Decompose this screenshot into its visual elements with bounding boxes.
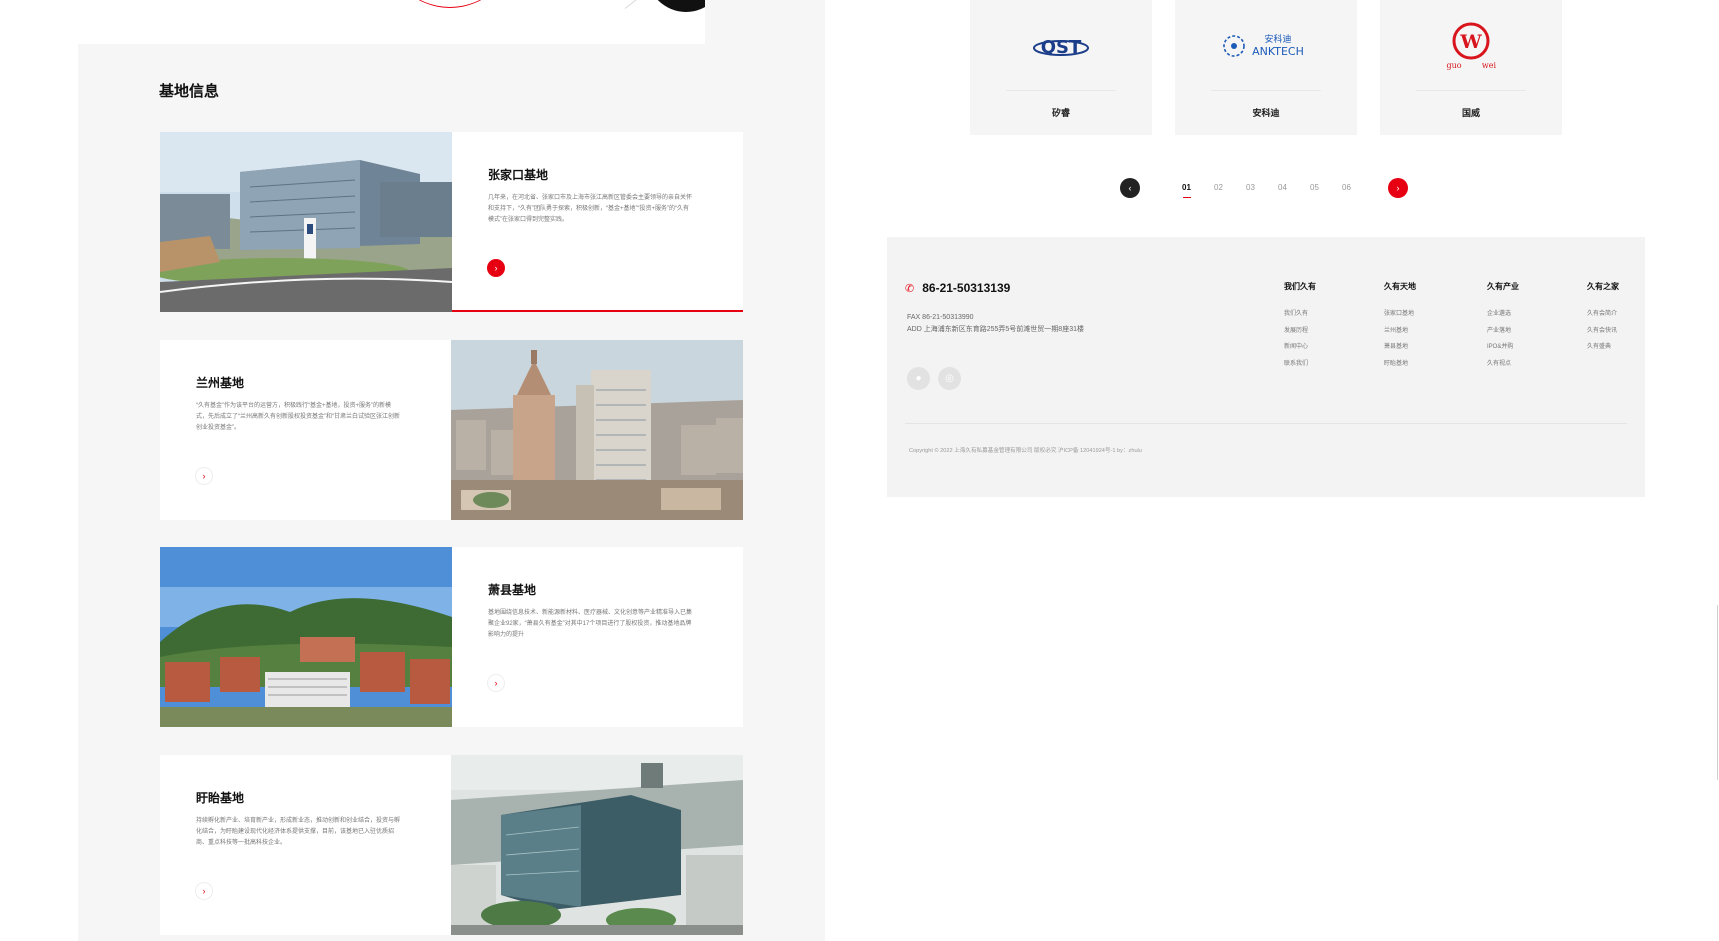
anktech-logo: 安科迪 ANKTECH: [1175, 18, 1357, 74]
partner-card-anktech[interactable]: 安科迪 ANKTECH 安科迪: [1175, 0, 1357, 135]
svg-text:W: W: [1459, 31, 1482, 53]
footer-link[interactable]: 久有会简介: [1587, 306, 1619, 323]
base-description: “久有基金”作为该平台的运营方，积极践行“基金+基地，投资+服务”的新模式，先后…: [196, 403, 400, 431]
footer-column-industry: 久有产业 企业遴选 产业落地 IPO&并购 久有视点: [1487, 281, 1519, 372]
page-number[interactable]: 05: [1310, 183, 1319, 192]
base-name: 兰州基地: [196, 376, 245, 390]
base-card-text: 萧县基地 基地围绕信息技术、新能源新材料、医疗器械、文化创意等产业精准导入已集聚…: [452, 547, 743, 727]
svg-text:QST: QST: [1041, 37, 1082, 58]
page-number[interactable]: 04: [1278, 183, 1287, 192]
base-description: 持续孵化新产业、培育新产业，形成新业态，推动创新和创业结合，投资与孵化结合，为盱…: [196, 818, 401, 846]
top-section-remnant: [0, 0, 705, 44]
chevron-right-icon[interactable]: ›: [1388, 178, 1408, 198]
weibo-icon[interactable]: ◎: [938, 367, 961, 390]
footer-link[interactable]: 盱眙基地: [1384, 356, 1416, 373]
scroll-edge: [1717, 605, 1718, 780]
partner-pagination: ‹ 01 02 03 04 05 06 ›: [1120, 178, 1410, 198]
footer-link[interactable]: 联系我们: [1284, 356, 1316, 373]
footer-column-home: 久有之家 久有会简介 久有会快讯 久有盛典: [1587, 281, 1619, 356]
svg-text:ANKTECH: ANKTECH: [1252, 45, 1304, 58]
phone-number: 86-21-50313139: [922, 281, 1011, 295]
base-name: 盱眙基地: [196, 791, 245, 805]
decorative-red-arc: [385, 0, 515, 8]
page-number[interactable]: 06: [1342, 183, 1351, 192]
active-underline: [452, 310, 743, 312]
base-card-text: 兰州基地 “久有基金”作为该平台的运营方，积极践行“基金+基地，投资+服务”的新…: [160, 340, 451, 520]
footer: ✆ 86-21-50313139 FAX 86-21-50313990 ADD …: [887, 237, 1645, 497]
base-info-panel-top: [705, 0, 825, 44]
base-name: 张家口基地: [488, 168, 549, 182]
footer-link[interactable]: 萧县基地: [1384, 339, 1416, 356]
footer-link[interactable]: 产业落地: [1487, 323, 1519, 340]
section-title: 基地信息: [159, 83, 220, 100]
arrow-right-icon[interactable]: ›: [195, 882, 213, 900]
base-card-xuyi[interactable]: 盱眙基地 持续孵化新产业、培育新产业，形成新业态，推动创新和创业结合，投资与孵化…: [160, 755, 743, 935]
svg-text:wei: wei: [1482, 61, 1497, 70]
footer-link[interactable]: IPO&并购: [1487, 339, 1519, 356]
footer-link[interactable]: 新闻中心: [1284, 339, 1316, 356]
partner-name: 矽睿: [1051, 108, 1070, 118]
base-card-text: 张家口基地 几年来，在河北省、张家口市及上海市张江高新区管委会主要领导的亲自关怀…: [452, 132, 743, 312]
page-number[interactable]: 02: [1214, 183, 1223, 192]
xuyi-photo: [451, 755, 743, 935]
base-description: 几年来，在河北省、张家口市及上海市张江高新区管委会主要领导的亲自关怀和支持下，“…: [488, 195, 693, 223]
footer-link[interactable]: 我们久有: [1284, 306, 1316, 323]
copyright-text: Copyright © 2022 上海久有私募基金管理有限公司 版权必究 沪IC…: [909, 448, 1142, 454]
footer-link[interactable]: 兰州基地: [1384, 323, 1416, 340]
arrow-right-icon[interactable]: ›: [487, 674, 505, 692]
footer-link[interactable]: 发展历程: [1284, 323, 1316, 340]
footer-link[interactable]: 久有视点: [1487, 356, 1519, 373]
phone-icon: ✆: [905, 282, 915, 295]
arrow-right-icon[interactable]: ›: [195, 467, 213, 485]
partner-card-qst[interactable]: QST 矽睿: [970, 0, 1152, 135]
page-number[interactable]: 01: [1182, 183, 1191, 198]
svg-text:guo: guo: [1446, 61, 1461, 70]
partner-divider: [1211, 90, 1321, 91]
xiaoxian-photo: [160, 547, 452, 727]
lanzhou-photo: [451, 340, 743, 520]
base-card-lanzhou[interactable]: 兰州基地 “久有基金”作为该平台的运营方，积极践行“基金+基地，投资+服务”的新…: [160, 340, 743, 520]
footer-phone: ✆ 86-21-50313139: [905, 281, 1010, 295]
qst-logo: QST: [970, 18, 1152, 74]
footer-column-title: 久有天地: [1384, 282, 1416, 291]
svg-text:安科迪: 安科迪: [1264, 33, 1291, 45]
base-card-xiaoxian[interactable]: 萧县基地 基地围绕信息技术、新能源新材料、医疗器械、文化创意等产业精准导入已集聚…: [160, 547, 743, 727]
footer-contact: FAX 86-21-50313990 ADD 上海浦东新区东育路255弄5号前滩…: [907, 312, 1084, 336]
partner-divider: [1006, 90, 1116, 91]
partner-name: 安科迪: [1252, 108, 1280, 118]
zhangjiakou-photo: [160, 132, 452, 312]
footer-divider: [905, 423, 1627, 424]
footer-column-title: 久有之家: [1587, 282, 1619, 291]
arrow-right-icon[interactable]: ›: [487, 259, 505, 277]
page: 基地信息 张家口基地 几年来，在河北省、张家口市及上海市张江高新区管委会主要领导…: [0, 0, 1719, 941]
wechat-icon[interactable]: ●: [907, 367, 930, 390]
guowei-logo: W guo wei: [1380, 18, 1562, 74]
fax-line: FAX 86-21-50313990: [907, 314, 974, 321]
footer-column-bases: 久有天地 张家口基地 兰州基地 萧县基地 盱眙基地: [1384, 281, 1416, 372]
base-card-text: 盱眙基地 持续孵化新产业、培育新产业，形成新业态，推动创新和创业结合，投资与孵化…: [160, 755, 451, 935]
footer-link[interactable]: 张家口基地: [1384, 306, 1416, 323]
page-number[interactable]: 03: [1246, 183, 1255, 192]
base-name: 萧县基地: [488, 583, 537, 597]
footer-link[interactable]: 企业遴选: [1487, 306, 1519, 323]
address-line: ADD 上海浦东新区东育路255弄5号前滩世贸一期8座31楼: [907, 326, 1084, 333]
footer-column-title: 久有产业: [1487, 282, 1519, 291]
chevron-left-icon[interactable]: ‹: [1120, 178, 1140, 198]
footer-column-title: 我们久有: [1284, 282, 1316, 291]
footer-link[interactable]: 久有会快讯: [1587, 323, 1619, 340]
footer-column-about: 我们久有 我们久有 发展历程 新闻中心 联系我们: [1284, 281, 1316, 372]
base-card-zhangjiakou[interactable]: 张家口基地 几年来，在河北省、张家口市及上海市张江高新区管委会主要领导的亲自关怀…: [160, 132, 743, 312]
partner-name: 国威: [1461, 108, 1480, 118]
base-description: 基地围绕信息技术、新能源新材料、医疗器械、文化创意等产业精准导入已集聚企业92家…: [488, 610, 693, 638]
partner-divider: [1416, 90, 1526, 91]
footer-link[interactable]: 久有盛典: [1587, 339, 1619, 356]
partner-card-guowei[interactable]: W guo wei 国威: [1380, 0, 1562, 135]
social-links: ● ◎: [907, 367, 961, 390]
